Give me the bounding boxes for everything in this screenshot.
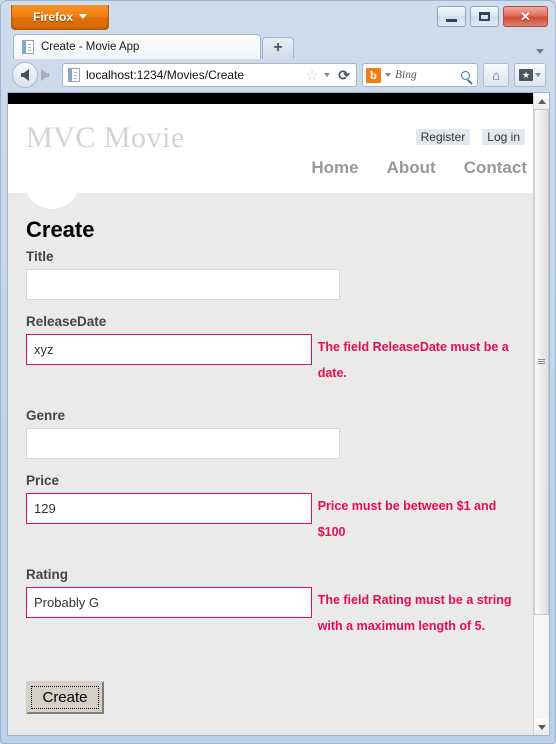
search-icon[interactable] — [461, 70, 470, 80]
web-page: MVC Movie Register Log in Home About Con… — [8, 93, 533, 735]
maximize-button[interactable] — [470, 6, 499, 27]
label-title: Title — [26, 249, 54, 264]
bookmarks-star-icon: ★ — [519, 69, 533, 81]
tab-create-movie-app[interactable]: Create - Movie App — [13, 34, 261, 59]
browser-window: Firefox ✕ Create - Movie App + localhost… — [0, 0, 556, 744]
home-icon: ⌂ — [492, 67, 500, 83]
scrollbar-thumb[interactable] — [534, 109, 549, 616]
site-logo[interactable]: MVC Movie — [26, 121, 185, 155]
label-price: Price — [26, 473, 60, 488]
address-bar[interactable]: localhost:1234/Movies/Create ☆ ⟳ — [62, 63, 357, 87]
field-row-genre — [26, 428, 515, 459]
page-scrollbar[interactable] — [533, 93, 549, 735]
scrollbar-grip-icon — [538, 359, 545, 365]
chevron-down-icon — [537, 724, 546, 730]
reload-icon[interactable]: ⟳ — [336, 67, 352, 84]
chevron-down-icon — [535, 73, 541, 77]
minimize-button[interactable] — [437, 6, 466, 27]
chevron-up-icon — [537, 98, 546, 104]
label-releasedate: ReleaseDate — [26, 314, 107, 329]
top-black-strip — [8, 93, 533, 104]
new-tab-button[interactable]: + — [262, 37, 294, 59]
site-nav: Home About Contact — [311, 158, 527, 178]
create-submit-button[interactable]: Create — [26, 681, 104, 714]
bookmark-star-icon[interactable]: ☆ — [306, 68, 319, 82]
title-bar: Firefox ✕ — [6, 5, 550, 33]
nav-link-home[interactable]: Home — [311, 158, 358, 178]
navigation-toolbar: localhost:1234/Movies/Create ☆ ⟳ b Bing … — [6, 59, 550, 91]
close-icon: ✕ — [520, 9, 531, 24]
back-button[interactable] — [12, 62, 38, 88]
nav-link-contact[interactable]: Contact — [464, 158, 527, 178]
forward-arrow-icon — [41, 69, 49, 81]
nav-link-about[interactable]: About — [387, 158, 436, 178]
firefox-menu-label: Firefox — [32, 10, 73, 24]
nav-arrows — [12, 62, 57, 88]
home-button[interactable]: ⌂ — [483, 63, 509, 87]
register-link[interactable]: Register — [415, 129, 471, 145]
page-title: Create — [26, 217, 95, 242]
genre-input[interactable] — [26, 428, 340, 459]
label-rating: Rating — [26, 567, 68, 582]
field-row-releasedate: The field ReleaseDate must be a date. — [26, 334, 515, 386]
close-button[interactable]: ✕ — [503, 6, 548, 27]
site-identity-icon — [68, 68, 80, 82]
chevron-down-icon — [79, 14, 87, 19]
maximize-icon — [479, 12, 490, 21]
label-genre: Genre — [26, 408, 66, 423]
scrollbar-track[interactable] — [534, 109, 549, 719]
auth-links: Register Log in — [415, 129, 525, 145]
site-header: MVC Movie Register Log in Home About Con… — [8, 104, 533, 193]
field-row-title — [26, 269, 515, 300]
search-input[interactable]: Bing — [395, 69, 457, 81]
back-arrow-icon — [21, 69, 29, 81]
search-engine-chevron-down-icon[interactable] — [385, 73, 391, 77]
releasedate-error-message: The field ReleaseDate must be a date. — [317, 340, 509, 380]
firefox-menu-button[interactable]: Firefox — [11, 5, 109, 30]
field-row-price: Price must be between $1 and $100 — [26, 493, 515, 545]
create-form: Create Title ReleaseDate The field Relea… — [8, 193, 533, 735]
window-controls: ✕ — [437, 6, 548, 27]
login-link[interactable]: Log in — [482, 129, 525, 145]
price-input[interactable] — [26, 493, 312, 524]
chevron-down-icon[interactable] — [324, 73, 331, 77]
rating-error-message: The field Rating must be a string with a… — [317, 593, 512, 633]
search-bar[interactable]: b Bing — [362, 63, 478, 87]
releasedate-input[interactable] — [26, 334, 312, 365]
tab-strip: Create - Movie App + — [6, 34, 550, 59]
price-error-message: Price must be between $1 and $100 — [317, 499, 497, 539]
scroll-up-button[interactable] — [534, 93, 549, 109]
bookmarks-button[interactable]: ★ — [514, 63, 546, 87]
page-icon — [22, 40, 34, 54]
rating-input[interactable] — [26, 587, 312, 618]
title-input[interactable] — [26, 269, 340, 300]
page-viewport: MVC Movie Register Log in Home About Con… — [7, 92, 550, 736]
url-text: localhost:1234/Movies/Create — [86, 68, 245, 82]
create-submit-label: Create — [31, 686, 99, 709]
field-row-rating: The field Rating must be a string with a… — [26, 587, 515, 639]
tab-list-chevron-down-icon[interactable] — [536, 49, 544, 54]
scroll-down-button[interactable] — [534, 719, 549, 735]
tab-title: Create - Movie App — [41, 41, 140, 53]
bing-logo-icon: b — [366, 67, 381, 83]
minimize-icon — [446, 18, 457, 22]
